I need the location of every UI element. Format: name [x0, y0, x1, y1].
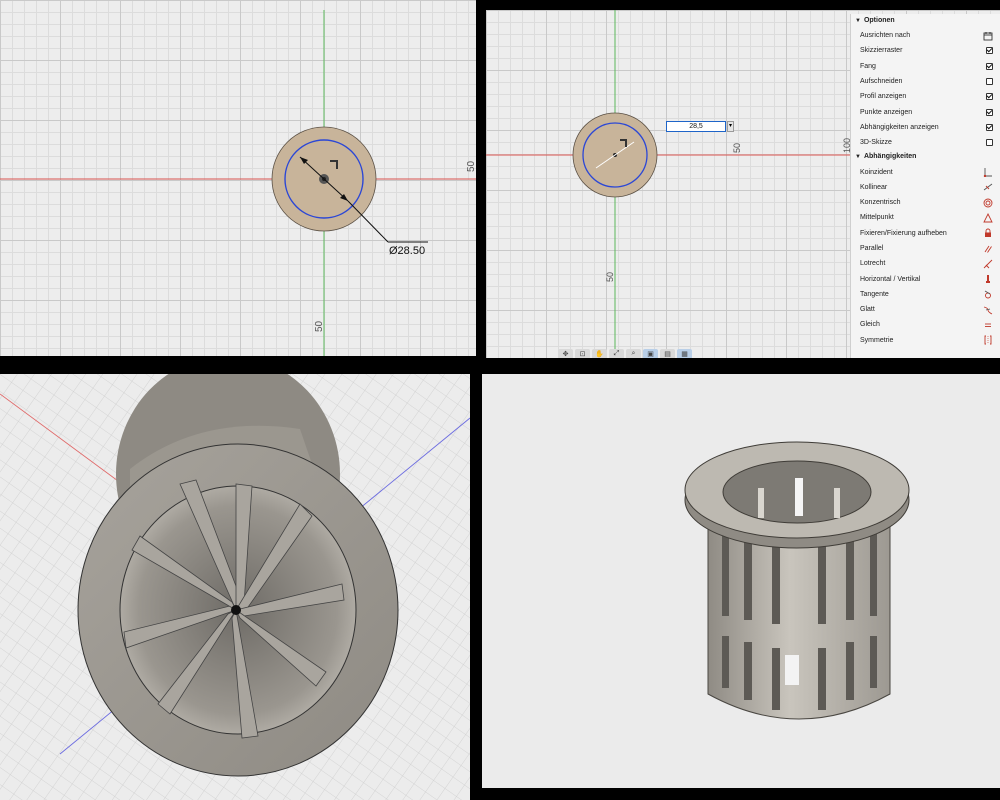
- option-label: Ausrichten nach: [860, 32, 911, 40]
- checkbox[interactable]: [986, 78, 993, 86]
- smooth-icon[interactable]: [983, 305, 993, 315]
- constraint-collinear[interactable]: Kollinear: [851, 180, 1000, 195]
- constraint-label: Symmetrie: [860, 336, 894, 344]
- checkbox[interactable]: [986, 93, 993, 101]
- zoom-icon[interactable]: ⌕: [626, 349, 641, 358]
- lock-icon[interactable]: [983, 228, 993, 238]
- pan-icon[interactable]: ⊡: [575, 349, 590, 358]
- zoom-fit-icon[interactable]: ⤢: [609, 349, 624, 358]
- collapse-triangle-icon: ▼: [855, 154, 861, 161]
- options-header-label: Optionen: [863, 17, 895, 24]
- checkbox[interactable]: [986, 108, 993, 116]
- calendar-icon[interactable]: [983, 31, 993, 41]
- constraints-section-header[interactable]: ▼ Abhängigkeiten: [851, 150, 1000, 164]
- constraint-label: Gleich: [860, 321, 880, 329]
- constraint-tangent[interactable]: Tangente: [851, 287, 1000, 302]
- symmetry-icon[interactable]: [983, 335, 993, 345]
- visual-style-icon[interactable]: ▤: [660, 349, 675, 358]
- option-label: Aufschneiden: [860, 78, 903, 86]
- constraint-label: Lotrecht: [860, 260, 886, 268]
- checkbox[interactable]: [986, 123, 993, 131]
- display-icon[interactable]: ▣: [643, 349, 658, 358]
- perpendicular-icon[interactable]: [983, 259, 993, 269]
- option-3d-sketch[interactable]: 3D-Skizze: [851, 135, 1000, 150]
- axis-label-right: 50: [732, 143, 742, 153]
- option-show-constraints[interactable]: Abhängigkeiten anzeigen: [851, 120, 1000, 135]
- checkbox[interactable]: [986, 47, 993, 55]
- option-label: Punkte anzeigen: [860, 108, 913, 116]
- option-slice[interactable]: Aufschneiden: [851, 74, 1000, 89]
- constraint-label: Mittelpunkt: [860, 214, 894, 222]
- option-label: Fang: [860, 62, 876, 70]
- constraint-symmetry[interactable]: Symmetrie: [851, 333, 1000, 348]
- equal-icon[interactable]: [983, 320, 993, 330]
- option-label: 3D-Skizze: [860, 139, 892, 147]
- option-sketch-grid[interactable]: Skizzierraster: [851, 43, 1000, 58]
- constraint-midpoint[interactable]: Mittelpunkt: [851, 210, 1000, 225]
- constraints-header-label: Abhängigkeiten: [863, 153, 917, 161]
- grid-icon[interactable]: ▦: [677, 349, 692, 358]
- coincident-icon[interactable]: [983, 167, 993, 178]
- constraint-label: Konzentrisch: [860, 199, 901, 207]
- concentric-icon[interactable]: [983, 198, 993, 208]
- model-canvas[interactable]: [0, 374, 470, 800]
- horizontal-vertical-icon[interactable]: [983, 274, 993, 284]
- sketch-palette: ▼ Optionen Ausrichten nach Skizzierraste…: [850, 14, 1000, 358]
- constraint-label: Koinzident: [860, 168, 893, 176]
- option-label: Profil anzeigen: [860, 93, 907, 101]
- collapse-triangle-icon: ▼: [855, 18, 861, 24]
- axis-label-right: 50: [466, 160, 476, 172]
- option-show-profile[interactable]: Profil anzeigen: [851, 89, 1000, 104]
- constraint-label: Glatt: [860, 306, 875, 314]
- sketch-viewport-right[interactable]: 50 50 100 28,5 ▾ ✥ ⊡ ✋ ⤢ ⌕ ▣ ▤ ▦ ▼ Optio…: [486, 10, 1000, 358]
- options-section-header[interactable]: ▼ Optionen: [851, 14, 1000, 28]
- constraint-smooth[interactable]: Glatt: [851, 302, 1000, 317]
- diameter-dimension-label[interactable]: Ø28.50: [389, 245, 425, 257]
- option-align-to[interactable]: Ausrichten nach: [851, 28, 1000, 43]
- parallel-icon[interactable]: [983, 244, 993, 254]
- part-center-hole: [231, 605, 241, 615]
- constraint-label: Fixieren/Fixierung aufheben: [860, 229, 947, 237]
- constraint-label: Tangente: [860, 290, 889, 298]
- hand-icon[interactable]: ✋: [592, 349, 607, 358]
- constraint-label: Kollinear: [860, 183, 888, 191]
- dimension-input-dropdown[interactable]: ▾: [727, 121, 734, 132]
- collinear-icon[interactable]: [983, 182, 993, 192]
- constraint-fix[interactable]: Fixieren/Fixierung aufheben: [851, 226, 1000, 241]
- constraint-horizontal-vertical[interactable]: Horizontal / Vertikal: [851, 271, 1000, 286]
- axis-label-bottom: 50: [314, 320, 325, 332]
- option-show-points[interactable]: Punkte anzeigen: [851, 104, 1000, 119]
- orbit-icon[interactable]: ✥: [558, 349, 573, 358]
- sketch-canvas[interactable]: Ø28.50 50 50: [0, 0, 476, 356]
- checkbox[interactable]: [986, 139, 993, 147]
- option-label: Skizzierraster: [860, 47, 903, 55]
- dimension-value-input[interactable]: 28,5: [666, 121, 726, 132]
- constraint-label: Parallel: [860, 245, 884, 252]
- basket-window: [785, 655, 799, 685]
- constraint-perpendicular[interactable]: Lotrecht: [851, 256, 1000, 271]
- checkbox[interactable]: [986, 62, 993, 70]
- tangent-icon[interactable]: [983, 289, 993, 299]
- midpoint-icon[interactable]: [983, 212, 993, 223]
- navigation-toolbar: ✥ ⊡ ✋ ⤢ ⌕ ▣ ▤ ▦: [558, 348, 704, 358]
- option-label: Abhängigkeiten anzeigen: [860, 123, 939, 131]
- model-viewport-iso[interactable]: [0, 374, 470, 800]
- constraint-parallel[interactable]: Parallel: [851, 241, 1000, 256]
- option-snap[interactable]: Fang: [851, 59, 1000, 74]
- constraint-label: Horizontal / Vertikal: [860, 275, 921, 283]
- constraint-equal[interactable]: Gleich: [851, 317, 1000, 332]
- model-viewport-render[interactable]: [482, 374, 1000, 788]
- render-canvas[interactable]: [482, 374, 1000, 788]
- sketch-viewport-left[interactable]: Ø28.50 50 50: [0, 0, 476, 356]
- constraint-concentric[interactable]: Konzentrisch: [851, 195, 1000, 210]
- axis-label-bottom: 50: [605, 272, 615, 282]
- constraint-coincident[interactable]: Koinzident: [851, 164, 1000, 179]
